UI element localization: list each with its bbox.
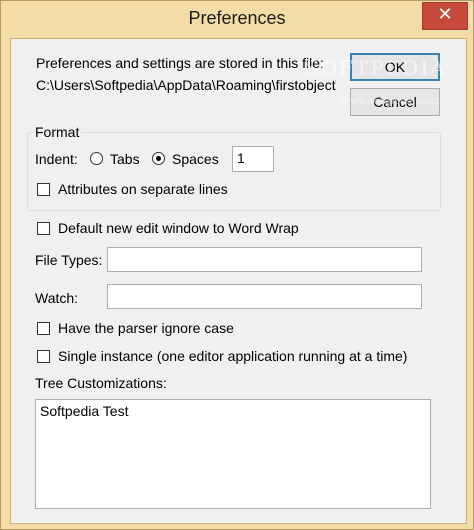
format-group-title: Format bbox=[33, 124, 82, 140]
radio-selected-dot bbox=[156, 156, 161, 161]
word-wrap-label[interactable]: Default new edit window to Word Wrap bbox=[58, 220, 299, 236]
attributes-checkbox-label[interactable]: Attributes on separate lines bbox=[58, 181, 228, 197]
ignore-case-checkbox[interactable] bbox=[37, 322, 50, 335]
ignore-case-label[interactable]: Have the parser ignore case bbox=[58, 320, 234, 336]
preferences-window: Preferences ✕ Preferences and settings a… bbox=[0, 0, 474, 530]
storage-info-text: Preferences and settings are stored in t… bbox=[36, 55, 324, 71]
indent-label: Indent: bbox=[35, 151, 78, 167]
window-title: Preferences bbox=[188, 8, 286, 28]
file-types-label: File Types: bbox=[35, 252, 103, 268]
dialog-client-area: Preferences and settings are stored in t… bbox=[10, 38, 467, 524]
tabs-radio-label[interactable]: Tabs bbox=[110, 151, 140, 167]
file-types-input[interactable] bbox=[107, 247, 422, 272]
close-button[interactable]: ✕ bbox=[422, 2, 468, 30]
indent-size-input[interactable]: 1 bbox=[232, 146, 274, 172]
watermark-text: SOFTPEDIA bbox=[305, 56, 447, 80]
title-bar[interactable]: Preferences ✕ bbox=[1, 1, 473, 37]
watch-label: Watch: bbox=[35, 290, 79, 306]
tabs-radio[interactable] bbox=[90, 152, 103, 165]
word-wrap-checkbox[interactable] bbox=[37, 222, 50, 235]
storage-path-text: C:\Users\Softpedia\AppData\Roaming\first… bbox=[36, 77, 336, 93]
tree-customizations-textarea[interactable]: Softpedia Test bbox=[35, 399, 431, 509]
single-instance-label[interactable]: Single instance (one editor application … bbox=[58, 348, 407, 364]
watermark-url: www.softpedia.com bbox=[341, 96, 440, 107]
watch-input[interactable] bbox=[107, 284, 422, 309]
spaces-radio[interactable] bbox=[152, 152, 165, 165]
spaces-radio-label[interactable]: Spaces bbox=[172, 151, 219, 167]
single-instance-checkbox[interactable] bbox=[37, 350, 50, 363]
attributes-checkbox[interactable] bbox=[37, 183, 50, 196]
tree-customizations-label: Tree Customizations: bbox=[35, 375, 167, 391]
